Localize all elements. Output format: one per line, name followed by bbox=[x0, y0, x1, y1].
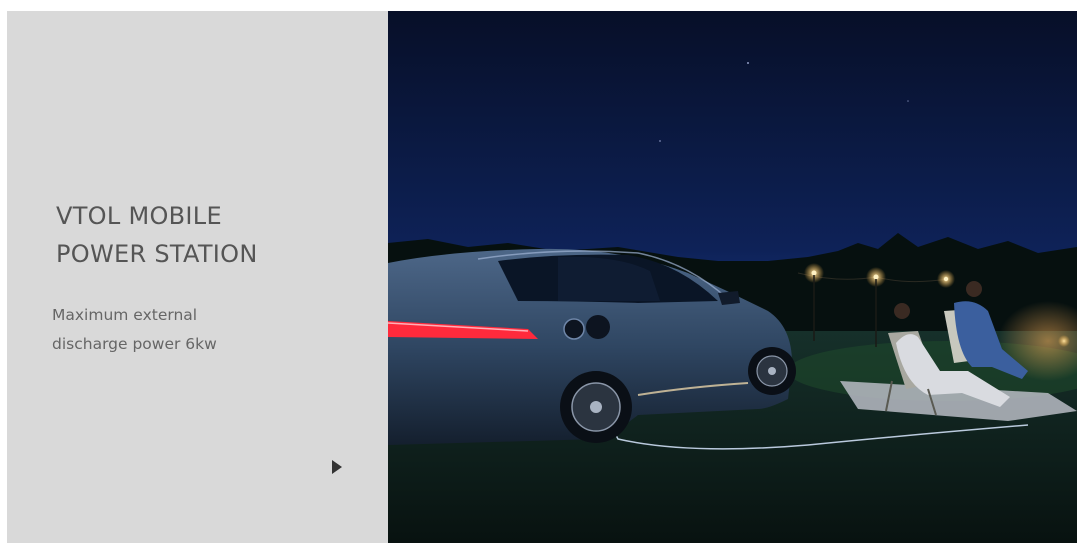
next-slide-button[interactable] bbox=[325, 455, 349, 479]
play-triangle-right-icon bbox=[332, 460, 342, 474]
slide-title-line-2: POWER STATION bbox=[56, 240, 258, 268]
slide-subtitle: Maximum external discharge power 6kw bbox=[52, 301, 292, 359]
slide-title: VTOL MOBILE POWER STATION bbox=[56, 197, 376, 273]
feature-slide: VTOL MOBILE POWER STATION Maximum extern… bbox=[0, 0, 1077, 543]
text-panel: VTOL MOBILE POWER STATION Maximum extern… bbox=[7, 11, 388, 543]
slide-title-line-1: VTOL MOBILE bbox=[56, 202, 222, 230]
slide-subtitle-line-1: Maximum external bbox=[52, 306, 198, 324]
hero-photo bbox=[388, 11, 1077, 543]
night-charging-scene-image bbox=[388, 11, 1077, 543]
slide-subtitle-line-2: discharge power 6kw bbox=[52, 335, 217, 353]
